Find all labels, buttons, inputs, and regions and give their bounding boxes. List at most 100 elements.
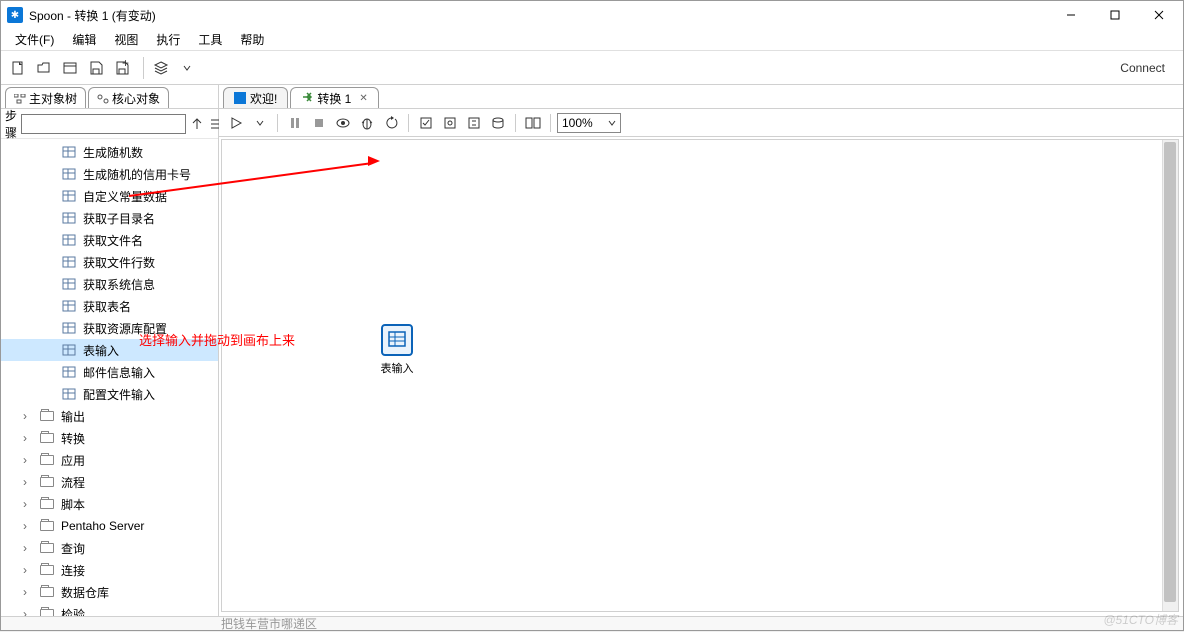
folder-icon [39,430,55,446]
pause-icon [288,116,302,130]
menu-edit[interactable]: 编辑 [64,29,104,50]
expand-toggle[interactable]: › [23,607,33,616]
expand-toggle[interactable]: › [23,409,33,423]
tree-step-item[interactable]: 获取文件名 [1,229,218,251]
verify-button[interactable] [415,112,437,134]
tree-folder-item[interactable]: ›脚本 [1,493,218,515]
new-button[interactable] [7,57,29,79]
preview-button[interactable] [332,112,354,134]
canvas-node-table-input[interactable]: 表输入 [377,324,417,376]
perspective-dropdown[interactable] [176,57,198,79]
tree-step-item[interactable]: 获取系统信息 [1,273,218,295]
menu-run[interactable]: 执行 [148,29,188,50]
menu-help[interactable]: 帮助 [232,29,272,50]
tab-transformation[interactable]: 转换 1 ✕ [290,87,378,108]
step-icon [61,386,77,402]
close-icon [1154,10,1164,20]
tree-folder-item[interactable]: ›连接 [1,559,218,581]
tree-step-item[interactable]: 生成随机的信用卡号 [1,163,218,185]
tree-step-item[interactable]: 获取文件行数 [1,251,218,273]
explore-button[interactable] [59,57,81,79]
run-options-button[interactable] [249,112,271,134]
expand-toggle[interactable]: › [23,585,33,599]
new-file-icon [10,60,26,76]
steps-search-input[interactable] [21,114,186,134]
tree-folder-item[interactable]: ›检验 [1,603,218,616]
tab-core-objects-label: 核心对象 [112,90,160,107]
main-area: 主对象树 核心对象 步骤 生成随机数生成随机的信用卡号自定义常量数据获取子目录名… [1,85,1183,616]
open-icon [36,60,52,76]
core-icon [97,93,109,103]
expand-toggle[interactable]: › [23,475,33,489]
scrollbar-thumb[interactable] [1164,142,1176,602]
welcome-tab-icon [234,92,246,104]
folder-icon [39,474,55,490]
expand-all-button[interactable] [190,114,204,134]
menu-view[interactable]: 视图 [106,29,146,50]
minimize-button[interactable] [1049,1,1093,29]
tree-step-item[interactable]: 配置文件输入 [1,383,218,405]
layers-icon [153,60,169,76]
pause-button[interactable] [284,112,306,134]
perspective-button[interactable] [150,57,172,79]
steps-tree[interactable]: 生成随机数生成随机的信用卡号自定义常量数据获取子目录名获取文件名获取文件行数获取… [1,139,218,616]
tree-step-item[interactable]: 获取子目录名 [1,207,218,229]
maximize-button[interactable] [1093,1,1137,29]
vertical-scrollbar[interactable] [1162,140,1178,611]
tree-item-label: 获取文件行数 [83,254,155,271]
expand-toggle[interactable]: › [23,497,33,511]
tab-core-objects[interactable]: 核心对象 [88,87,169,108]
maximize-icon [1110,10,1120,20]
canvas[interactable]: 表输入 [222,140,1178,611]
minimize-icon [1066,10,1076,20]
connect-link[interactable]: Connect [1108,61,1177,75]
explore-db-button[interactable] [487,112,509,134]
tab-welcome[interactable]: 欢迎! [223,87,288,108]
toolbar-separator [143,57,144,79]
window-title: Spoon - 转换 1 (有变动) [29,7,1049,24]
tree-folder-item[interactable]: ›输出 [1,405,218,427]
step-icon [61,364,77,380]
run-button[interactable] [225,112,247,134]
tree-folder-item[interactable]: › Pentaho Server [1,515,218,537]
step-icon [61,232,77,248]
sql-button[interactable] [463,112,485,134]
expand-toggle[interactable]: › [23,431,33,445]
tree-step-item[interactable]: 邮件信息输入 [1,361,218,383]
debug-button[interactable] [356,112,378,134]
save-button[interactable] [85,57,107,79]
tab-object-tree[interactable]: 主对象树 [5,87,86,108]
open-button[interactable] [33,57,55,79]
replay-button[interactable] [380,112,402,134]
tree-step-item[interactable]: 获取表名 [1,295,218,317]
menu-file[interactable]: 文件(F) [7,29,62,50]
tree-folder-item[interactable]: ›转换 [1,427,218,449]
folder-icon [39,606,55,616]
tree-item-label: 表输入 [83,342,119,359]
tree-icon [14,93,26,103]
show-results-button[interactable] [522,112,544,134]
tree-folder-item[interactable]: ›应用 [1,449,218,471]
separator [408,114,409,132]
zoom-selector[interactable]: 100% [557,113,621,133]
saveas-button[interactable]: + [111,57,133,79]
tab-transformation-label: 转换 1 [317,90,351,107]
close-button[interactable] [1137,1,1181,29]
tree-folder-item[interactable]: ›数据仓库 [1,581,218,603]
folder-icon [39,562,55,578]
impact-button[interactable] [439,112,461,134]
expand-toggle[interactable]: › [23,519,33,533]
tree-folder-label: Pentaho Server [61,519,144,533]
tree-step-item[interactable]: 生成随机数 [1,141,218,163]
expand-toggle[interactable]: › [23,453,33,467]
tab-close-icon[interactable]: ✕ [359,93,367,104]
expand-toggle[interactable]: › [23,541,33,555]
expand-toggle[interactable]: › [23,563,33,577]
save-icon [88,60,104,76]
menu-tools[interactable]: 工具 [190,29,230,50]
tree-item-label: 生成随机的信用卡号 [83,166,191,183]
chevron-down-icon [608,119,616,127]
tree-folder-item[interactable]: ›查询 [1,537,218,559]
tree-folder-item[interactable]: ›流程 [1,471,218,493]
stop-button[interactable] [308,112,330,134]
